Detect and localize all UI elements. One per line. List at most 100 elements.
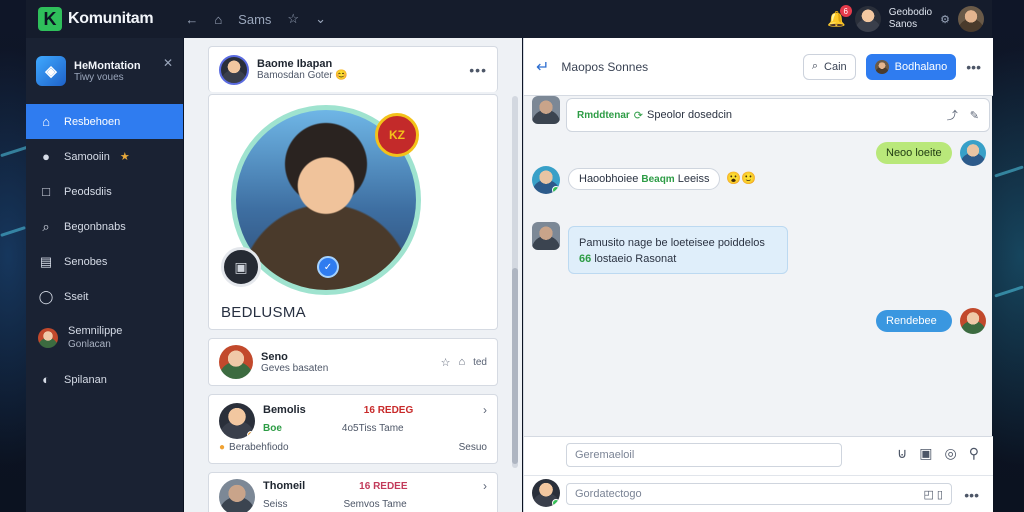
list-item-footer: Berabehfiodo — [229, 442, 289, 453]
more-options-icon[interactable]: ••• — [966, 59, 981, 75]
sidebar-item-account[interactable]: Semnilippe Gonlacan — [26, 314, 183, 362]
profile-column: Baome Ibapan Bamosdan Goter 😊 ••• KZ ✓ ▣… — [184, 38, 522, 512]
sidebar-title: HeMontation — [74, 59, 141, 72]
shield-icon: ✓ — [317, 256, 339, 278]
chevron-right-icon[interactable]: › — [483, 403, 487, 417]
avatar — [532, 479, 560, 507]
composer: Geremaeloil ⊍ ▣ ◎ ⚲ Gordatectogo ◰ ▯ ••• — [524, 436, 993, 512]
sidebar-item-search[interactable]: ⌕ Begonbnabs — [26, 209, 183, 244]
sidebar-item-explore[interactable]: ◐ Spilanan — [26, 362, 183, 397]
gear-icon[interactable]: ⚙ — [940, 13, 950, 26]
list-item[interactable]: Bemolis 16 REDEG › Boe 4o5Tiss Tame ● Be… — [208, 394, 498, 464]
list-item[interactable]: Seno Geves basaten ☆ ⌂ ted — [208, 338, 498, 386]
divider — [524, 475, 993, 476]
comment-input[interactable]: Gordatectogo ◰ ▯ — [566, 483, 952, 505]
chat-title: Maopos Sonnes — [561, 59, 649, 74]
message-bubble-outgoing: Neoo loeite — [876, 142, 952, 164]
chevron-right-icon[interactable]: › — [483, 479, 487, 493]
more-options-icon[interactable]: ••• — [964, 487, 979, 503]
app-logo-icon: K — [38, 7, 62, 31]
list-item-sub: Seiss — [263, 499, 288, 510]
sidebar-item-pages[interactable]: □ Peodsdiis — [26, 174, 183, 209]
pin-icon[interactable]: ⌂ — [458, 356, 465, 368]
message-bubble: Pamusito nage be loeteisee poiddelos 66 … — [568, 226, 788, 274]
sidebar: ◈ HeMontation Tiwy voues ✕ ⌂ Resbehoen ●… — [26, 38, 183, 512]
sidebar-item-label: Semnilippe — [68, 325, 123, 337]
quote-icon: 66 — [579, 253, 592, 265]
user-sub: Sanos — [888, 19, 918, 30]
list-item-meta: ted — [473, 356, 487, 368]
back-arrow-icon[interactable]: ← — [185, 12, 198, 27]
user-info[interactable]: Geobodio Sanos — [889, 7, 932, 31]
list-item-name: Bemolis — [263, 404, 306, 416]
message-input[interactable]: Geremaeloil — [566, 443, 842, 467]
compass-icon: ◐ — [42, 372, 50, 387]
message-bubble: Haoobhoiee Beaqm Leeiss — [568, 168, 720, 190]
link-icon[interactable]: ⚲ — [969, 445, 979, 462]
star-icon[interactable]: ☆ — [287, 11, 299, 27]
app-name: Komunitam — [68, 10, 154, 27]
scrollbar-thumb[interactable] — [512, 268, 518, 464]
primary-action-label: Bodhalano — [894, 60, 948, 73]
call-button[interactable]: ⌕ Cain — [802, 53, 856, 80]
list-item-name: Seno — [261, 350, 288, 363]
list-item-tag: 16 REDEE — [359, 480, 408, 492]
profile-hero-card: KZ ✓ ▣ BEDLUSMA — [208, 94, 498, 330]
sidebar-item-label: Peodsdiis — [64, 185, 112, 198]
top-right: 🔔 6 Geobodio Sanos ⚙ — [827, 5, 984, 32]
image-icon[interactable]: ▣ — [919, 445, 932, 462]
sidebar-item-label: Begonbnabs — [64, 220, 126, 233]
emoji-picker-icon[interactable]: ◰ ▯ — [923, 488, 943, 501]
message-highlight: Beaqm — [641, 173, 675, 185]
user-name: Geobodio — [888, 7, 933, 18]
avatar — [219, 345, 253, 379]
notification-bell-icon[interactable]: 🔔 6 — [827, 5, 852, 29]
list-item-meta: 4o5Tiss Tame — [341, 423, 404, 434]
list-item-tag: 16 REDEG — [363, 404, 414, 416]
chat-icon: ◯ — [38, 288, 54, 304]
chevron-down-icon[interactable]: ⌄ — [315, 11, 326, 27]
document-icon: ▤ — [39, 253, 53, 269]
star-icon[interactable]: ☆ — [441, 356, 451, 369]
sidebar-item-sublabel: Gonlacan — [68, 339, 111, 350]
avatar[interactable] — [958, 6, 984, 32]
bookmark-icon[interactable]: ⌂ — [214, 12, 222, 27]
sidebar-item-label: Samooiin — [64, 150, 110, 163]
badge-icon: KZ — [375, 113, 419, 157]
avatar — [532, 96, 560, 124]
sidebar-item-home[interactable]: ⌂ Resbehoen — [26, 104, 183, 139]
sidebar-item-label: Sseit — [64, 290, 89, 303]
reaction-emoji-icon[interactable]: 😮🙂 — [726, 171, 756, 185]
scrollbar[interactable] — [512, 96, 518, 468]
square-icon: □ — [42, 184, 50, 199]
profile-name: BEDLUSMA — [221, 304, 306, 321]
edit-icon[interactable]: ✎ — [970, 109, 979, 122]
message-text: lostaeio Rasonat — [594, 253, 677, 265]
message-text: Pamusito nage be loeteisee poiddelos — [579, 237, 765, 249]
sidebar-item-chat[interactable]: ◯ Sseit — [26, 279, 183, 314]
message-highlight: Rmddtenar — [577, 109, 630, 121]
top-nav-label[interactable]: Sams — [238, 12, 271, 27]
avatar — [532, 166, 560, 194]
message-text: Leeiss — [677, 173, 710, 185]
attach-icon[interactable]: ⊍ — [897, 445, 907, 462]
sidebar-item-documents[interactable]: ▤ Senobes — [26, 244, 183, 279]
more-options-icon[interactable]: ••• — [469, 62, 487, 78]
notification-badge: 6 — [839, 5, 852, 17]
list-item[interactable]: Thomeil 16 REDEE › Seiss Semvos Tame — [208, 472, 498, 512]
message-text: Speolor dosedcin — [647, 109, 733, 121]
avatar — [532, 222, 560, 250]
search-icon: ⌕ — [811, 60, 819, 72]
top-bar: K Komunitam ← ⌂ Sams ☆ ⌄ 🔔 6 Geobodio San… — [26, 0, 992, 38]
coin-icon: ● — [219, 442, 226, 453]
avatar[interactable] — [854, 6, 881, 32]
primary-action-button[interactable]: Bodhalano — [865, 53, 957, 80]
camera-icon[interactable]: ◎ — [945, 445, 957, 462]
avatar[interactable] — [219, 54, 249, 85]
pin-icon[interactable]: ✕ — [163, 56, 173, 70]
camera-icon[interactable]: ▣ — [221, 247, 261, 287]
message-bubble: Rmddtenar ⟳ Speolor dosedcin ⤴ ✎ — [566, 98, 990, 132]
sidebar-item-profile[interactable]: ● Samooiin ★ — [26, 139, 183, 174]
back-arrow-icon[interactable]: ↵ — [536, 57, 549, 77]
pin-icon[interactable]: ⤴ — [947, 107, 958, 123]
